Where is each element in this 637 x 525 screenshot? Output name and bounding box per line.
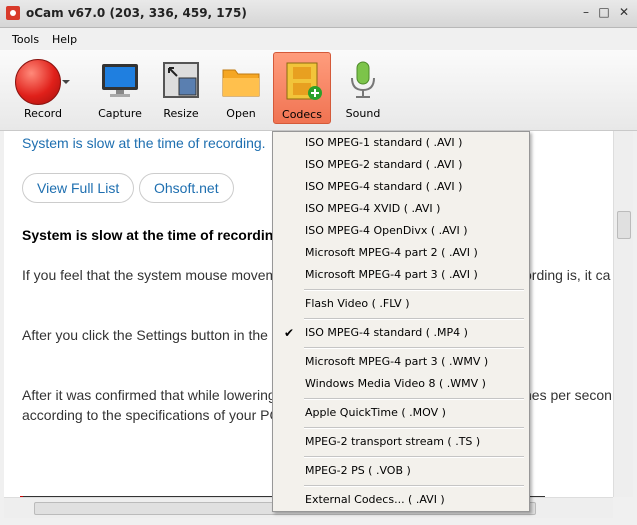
record-dropdown-arrow-icon[interactable] (62, 80, 70, 84)
codec-item[interactable]: MPEG-2 PS ( .VOB ) (274, 460, 528, 482)
menu-separator (304, 427, 524, 429)
paragraph-3-right: nes per secon (524, 387, 612, 403)
close-button[interactable]: ✕ (617, 5, 631, 19)
codec-item-label: Flash Video ( .FLV ) (305, 297, 410, 310)
codec-item[interactable]: Microsoft MPEG-4 part 2 ( .AVI ) (274, 242, 528, 264)
codec-item[interactable]: ISO MPEG-4 XVID ( .AVI ) (274, 198, 528, 220)
codec-item-label: ISO MPEG-2 standard ( .AVI ) (305, 158, 463, 171)
capture-label: Capture (98, 107, 142, 120)
paragraph-2: After you click the Settings button in t… (22, 327, 277, 343)
sound-label: Sound (345, 107, 381, 120)
menu-separator (304, 456, 524, 458)
codec-item[interactable]: Flash Video ( .FLV ) (274, 293, 528, 315)
menu-separator (304, 318, 524, 320)
folder-icon (222, 69, 260, 97)
codec-item[interactable]: Apple QuickTime ( .MOV ) (274, 402, 528, 424)
window-title: oCam v67.0 (203, 336, 459, 175) (26, 6, 247, 20)
paragraph-1-right: ording is, it ca (524, 267, 611, 283)
codec-item-label: MPEG-2 PS ( .VOB ) (305, 464, 411, 477)
codec-item[interactable]: ISO MPEG-1 standard ( .AVI ) (274, 132, 528, 154)
codecs-button[interactable]: Codecs (273, 52, 331, 124)
title-bar: oCam v67.0 (203, 336, 459, 175) – □ ✕ (0, 0, 637, 28)
checkmark-icon: ✔ (284, 326, 295, 340)
record-button[interactable]: Record (14, 52, 72, 124)
codec-item[interactable]: Microsoft MPEG-4 part 3 ( .WMV ) (274, 351, 528, 373)
open-label: Open (226, 107, 256, 120)
paragraph-1-left: If you feel that the system mouse movem (22, 267, 278, 283)
codec-item[interactable]: MPEG-2 transport stream ( .TS ) (274, 431, 528, 453)
app-icon (6, 6, 20, 20)
codec-item-label: Windows Media Video 8 ( .WMV ) (305, 377, 486, 390)
minimize-button[interactable]: – (579, 5, 593, 19)
codec-item[interactable]: ISO MPEG-4 standard ( .AVI ) (274, 176, 528, 198)
codec-item[interactable]: ISO MPEG-2 standard ( .AVI ) (274, 154, 528, 176)
codec-item[interactable]: External Codecs... ( .AVI ) (274, 489, 528, 511)
codecs-label: Codecs (282, 108, 322, 121)
menu-separator (304, 398, 524, 400)
codec-item-label: ISO MPEG-4 standard ( .AVI ) (305, 180, 463, 193)
codecs-dropdown-menu: ISO MPEG-1 standard ( .AVI ) ISO MPEG-2 … (272, 131, 530, 512)
codec-item-label: Microsoft MPEG-4 part 2 ( .AVI ) (305, 246, 478, 259)
paragraph-3-left: After it was confirmed that while loweri… (22, 387, 276, 403)
resize-icon (163, 62, 199, 98)
codec-item-label: Apple QuickTime ( .MOV ) (305, 406, 446, 419)
open-button[interactable]: Open (212, 52, 270, 124)
codec-item-label: Microsoft MPEG-4 part 3 ( .AVI ) (305, 268, 478, 281)
microphone-icon (351, 61, 375, 98)
codec-item-label: ISO MPEG-4 OpenDivx ( .AVI ) (305, 224, 468, 237)
codec-item[interactable]: Windows Media Video 8 ( .WMV ) (274, 373, 528, 395)
codec-item-selected[interactable]: ✔ ISO MPEG-4 standard ( .MP4 ) (274, 322, 528, 344)
menu-tools[interactable]: Tools (12, 33, 39, 46)
menu-separator (304, 289, 524, 291)
resize-label: Resize (163, 107, 199, 120)
paragraph-4: according to the specifications of your … (22, 407, 280, 423)
codec-item-label: ISO MPEG-4 standard ( .MP4 ) (305, 326, 468, 339)
codec-item-label: External Codecs... ( .AVI ) (305, 493, 445, 506)
resize-button[interactable]: Resize (152, 52, 210, 124)
maximize-button[interactable]: □ (597, 5, 611, 19)
heading-link[interactable]: System is slow at the time of recording. (22, 135, 266, 151)
sound-button[interactable]: Sound (334, 52, 392, 124)
codec-item-label: ISO MPEG-1 standard ( .AVI ) (305, 136, 463, 149)
codec-item-label: MPEG-2 transport stream ( .TS ) (305, 435, 481, 448)
menu-bar: Tools Help (0, 28, 637, 50)
menu-separator (304, 485, 524, 487)
capture-button[interactable]: Capture (91, 52, 149, 124)
monitor-icon (102, 64, 138, 97)
vertical-scrollbar[interactable] (613, 131, 633, 497)
record-icon (15, 59, 61, 105)
record-label: Record (23, 107, 62, 120)
menu-help[interactable]: Help (52, 33, 77, 46)
view-full-list-button[interactable]: View Full List (22, 173, 135, 203)
codec-item-label: ISO MPEG-4 XVID ( .AVI ) (305, 202, 441, 215)
toolbar: Record Capture Resize Open Codecs Sound (0, 50, 637, 131)
codec-item-label: Microsoft MPEG-4 part 3 ( .WMV ) (305, 355, 489, 368)
vertical-scroll-thumb[interactable] (617, 211, 631, 239)
section-title: System is slow at the time of recordin (22, 227, 274, 243)
codec-item[interactable]: Microsoft MPEG-4 part 3 ( .AVI ) (274, 264, 528, 286)
film-icon (286, 62, 322, 100)
menu-separator (304, 347, 524, 349)
codec-item[interactable]: ISO MPEG-4 OpenDivx ( .AVI ) (274, 220, 528, 242)
ohsoft-button[interactable]: Ohsoft.net (139, 173, 234, 203)
